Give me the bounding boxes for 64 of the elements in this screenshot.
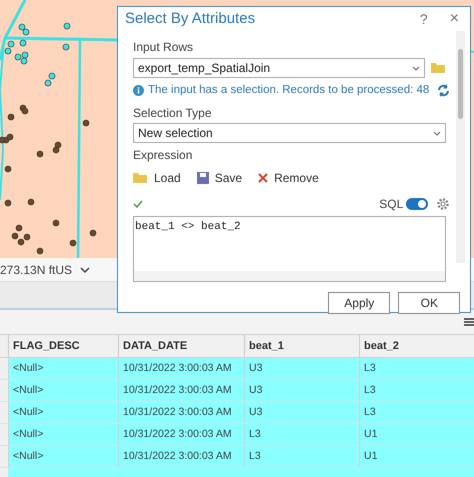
settings-icon[interactable] bbox=[436, 197, 450, 212]
table-cell: <Null> bbox=[8, 358, 118, 379]
menu-icon[interactable] bbox=[464, 317, 474, 327]
input-rows-dropdown[interactable]: export_temp_SpatialJoin bbox=[133, 58, 425, 78]
help-button[interactable]: ? bbox=[420, 8, 428, 30]
selection-type-dropdown[interactable]: New selection bbox=[133, 123, 446, 144]
table-cell: U3 bbox=[244, 380, 359, 401]
table-row[interactable]: <Null> 10/31/2022 3:00:03 AM L3 U1 bbox=[0, 424, 474, 446]
info-icon bbox=[133, 85, 144, 96]
table-cell: 10/31/2022 3:00:03 AM bbox=[118, 380, 244, 401]
coordinates-text: 273.13N ftUS bbox=[0, 262, 72, 278]
table-cell: L3 bbox=[244, 424, 359, 445]
table-row[interactable]: <Null> 10/31/2022 3:00:03 AM L3 U1 bbox=[0, 446, 474, 468]
table-cell: 10/31/2022 3:00:03 AM bbox=[118, 402, 244, 423]
table-cell: 10/31/2022 3:00:03 AM bbox=[118, 446, 244, 467]
column-header[interactable]: DATA_DATE bbox=[118, 335, 244, 357]
table-row[interactable] bbox=[0, 468, 474, 477]
chevron-down-icon bbox=[412, 66, 420, 70]
field-label: Selection Type bbox=[133, 105, 212, 122]
info-message: The input has a selection. Records to be processed: 48 bbox=[148, 83, 430, 98]
field-label: Expression bbox=[133, 147, 194, 164]
table-row[interactable]: <Null> 10/31/2022 3:00:03 AM U3 L3 bbox=[0, 358, 474, 380]
table-cell: L3 bbox=[359, 358, 474, 379]
chevron-down-icon bbox=[433, 130, 441, 136]
folder-icon bbox=[133, 172, 148, 184]
remove-button[interactable]: Remove bbox=[258, 169, 319, 188]
column-header[interactable]: beat_2 bbox=[359, 335, 474, 357]
close-button[interactable]: × bbox=[450, 7, 459, 31]
column-header[interactable]: beat_1 bbox=[244, 335, 359, 357]
table-cell: <Null> bbox=[8, 446, 118, 467]
load-button[interactable]: Load bbox=[133, 169, 181, 188]
table-cell: L3 bbox=[359, 380, 474, 401]
refresh-icon[interactable] bbox=[437, 84, 450, 98]
field-label: Input Rows bbox=[133, 39, 194, 56]
expression-editor[interactable]: beat_1 <> beat_2 bbox=[133, 216, 446, 282]
close-icon bbox=[258, 173, 268, 184]
sql-label: SQL bbox=[379, 196, 404, 214]
table-cell: U3 bbox=[244, 358, 359, 379]
row-header[interactable] bbox=[0, 424, 8, 445]
table-cell: 10/31/2022 3:00:03 AM bbox=[118, 424, 244, 445]
chevron-down-icon[interactable] bbox=[80, 266, 90, 274]
dialog-button[interactable]: OK bbox=[398, 292, 460, 314]
window-title: Select By Attributes bbox=[125, 8, 256, 29]
scrollbar-thumb[interactable] bbox=[458, 49, 464, 119]
table-cell: L3 bbox=[359, 402, 474, 423]
table-cell: U3 bbox=[244, 402, 359, 423]
row-header[interactable] bbox=[0, 402, 8, 423]
table-cell: U1 bbox=[359, 446, 474, 467]
table-cell: <Null> bbox=[8, 424, 118, 445]
browse-folder-icon[interactable] bbox=[431, 62, 446, 74]
table-cell: L3 bbox=[244, 446, 359, 467]
row-header[interactable] bbox=[0, 358, 8, 379]
table-cell: <Null> bbox=[8, 402, 118, 423]
sql-toggle[interactable] bbox=[406, 198, 428, 210]
column-header[interactable]: FLAG_DESC bbox=[8, 335, 118, 357]
row-header[interactable] bbox=[0, 446, 8, 467]
table-cell: <Null> bbox=[8, 380, 118, 401]
table-cell: 10/31/2022 3:00:03 AM bbox=[118, 358, 244, 379]
table-row[interactable]: <Null> 10/31/2022 3:00:03 AM U3 L3 bbox=[0, 380, 474, 402]
table-row[interactable]: <Null> 10/31/2022 3:00:03 AM U3 L3 bbox=[0, 402, 474, 424]
table-cell: U1 bbox=[359, 424, 474, 445]
save-button[interactable]: Save bbox=[196, 169, 242, 188]
row-header[interactable] bbox=[0, 380, 8, 401]
dialog-button[interactable]: Apply bbox=[328, 292, 390, 314]
